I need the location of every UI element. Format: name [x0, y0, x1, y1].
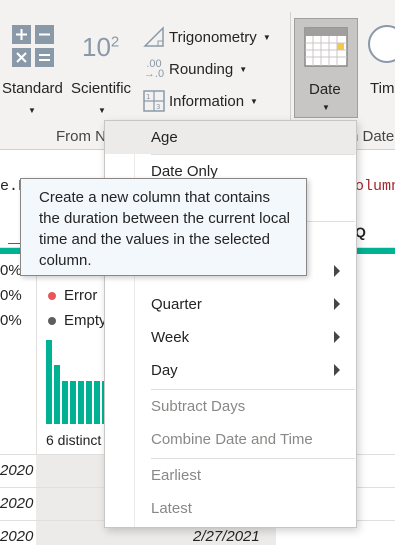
menu-item-label: Combine Date and Time	[151, 431, 313, 448]
error-dot-icon	[48, 292, 56, 301]
trigonometry-label: Trigonometry	[169, 28, 257, 46]
histogram-bar[interactable]	[78, 381, 84, 424]
histogram-bar[interactable]	[70, 381, 76, 424]
formula-text-right: olumn	[355, 178, 395, 195]
error-percent: 0%	[0, 287, 22, 304]
histogram-bar[interactable]	[54, 365, 60, 424]
menu-item-week[interactable]: Week	[105, 321, 356, 354]
menu-item-subtract-days[interactable]: Subtract Days	[105, 390, 356, 423]
tooltip-text: Create a new column that contains the du…	[39, 189, 290, 269]
menu-item-combine-date-and-time[interactable]: Combine Date and Time	[105, 423, 356, 456]
time-label: Tim	[370, 80, 395, 97]
menu-item-quarter[interactable]: Quarter	[105, 288, 356, 321]
menu-item-label: Age	[151, 129, 178, 146]
valid-percent: 0%	[0, 262, 22, 279]
chevron-right-icon	[334, 265, 340, 277]
legend-error-label: Error	[64, 287, 98, 304]
empty-percent: 0%	[0, 312, 22, 329]
group-label-from-number: From N	[56, 128, 106, 145]
histogram-bar[interactable]	[94, 381, 100, 424]
menu-item-label: Quarter	[151, 296, 202, 313]
chevron-down-icon: ▼	[250, 96, 258, 106]
menu-item-label: Day	[151, 362, 178, 379]
date-button[interactable]: Date ▼	[294, 18, 358, 118]
calendar-icon	[304, 27, 348, 67]
distinct-count: 6 distinct	[46, 432, 102, 448]
rounding-button[interactable]: .00 →.0 Rounding ▼	[143, 56, 247, 82]
information-label: Information	[169, 92, 245, 110]
row-cell-2-value: 2/27/2021	[193, 528, 260, 545]
chevron-right-icon	[334, 331, 340, 343]
scientific-icon: 102	[82, 32, 119, 63]
legend-error: Error	[48, 287, 97, 304]
trigonometry-button[interactable]: Trigonometry ▼	[143, 24, 271, 50]
row-cell-1: 2020	[0, 462, 34, 479]
rounding-icon: .00 →.0	[143, 58, 165, 80]
scientific-icon-sup: 2	[110, 33, 120, 51]
histogram-bar[interactable]	[86, 381, 92, 424]
scientific-button[interactable]: 102 Scientific ▼	[70, 18, 136, 118]
rounding-label: Rounding	[169, 60, 234, 78]
menu-item-age[interactable]: Age	[105, 121, 356, 154]
information-button[interactable]: 1 3 Information ▼	[143, 88, 258, 114]
chevron-down-icon: ▼	[239, 64, 248, 74]
histogram-bar[interactable]	[62, 381, 68, 424]
menu-item-label: Earliest	[151, 467, 202, 484]
menu-item-latest[interactable]: Latest	[105, 492, 356, 525]
clock-icon	[368, 25, 395, 63]
menu-item-earliest[interactable]: Earliest	[105, 459, 356, 492]
information-icon: 1 3	[143, 90, 165, 112]
row-cell-1: 2020	[0, 528, 34, 545]
chevron-down-icon: ▼	[322, 103, 330, 112]
chevron-down-icon: ▼	[98, 106, 106, 115]
standard-label: Standard	[2, 80, 63, 97]
age-tooltip: Create a new column that contains the du…	[20, 178, 307, 276]
chevron-down-icon: ▼	[28, 106, 36, 115]
legend-empty: Empty	[48, 312, 107, 329]
empty-dot-icon	[48, 317, 56, 326]
trigonometry-icon	[143, 26, 164, 47]
date-label: Date	[309, 81, 341, 98]
calculator-icon	[12, 25, 54, 67]
menu-item-label: Week	[151, 329, 190, 346]
time-button[interactable]: Tim	[366, 18, 395, 118]
row-cell-1: 2020	[0, 495, 34, 512]
scientific-label: Scientific	[71, 80, 132, 97]
svg-text:1: 1	[146, 93, 150, 101]
svg-text:3: 3	[156, 103, 160, 111]
menu-item-label: Latest	[151, 500, 192, 517]
chevron-right-icon	[334, 298, 340, 310]
histogram-bar[interactable]	[46, 340, 52, 424]
scientific-icon-base: 10	[82, 32, 111, 62]
chevron-right-icon	[334, 364, 340, 376]
standard-button[interactable]: Standard ▼	[0, 18, 66, 118]
chevron-down-icon: ▼	[262, 32, 271, 42]
legend-empty-label: Empty	[64, 312, 107, 329]
menu-item-label: Subtract Days	[151, 398, 246, 415]
menu-item-day[interactable]: Day	[105, 354, 356, 387]
